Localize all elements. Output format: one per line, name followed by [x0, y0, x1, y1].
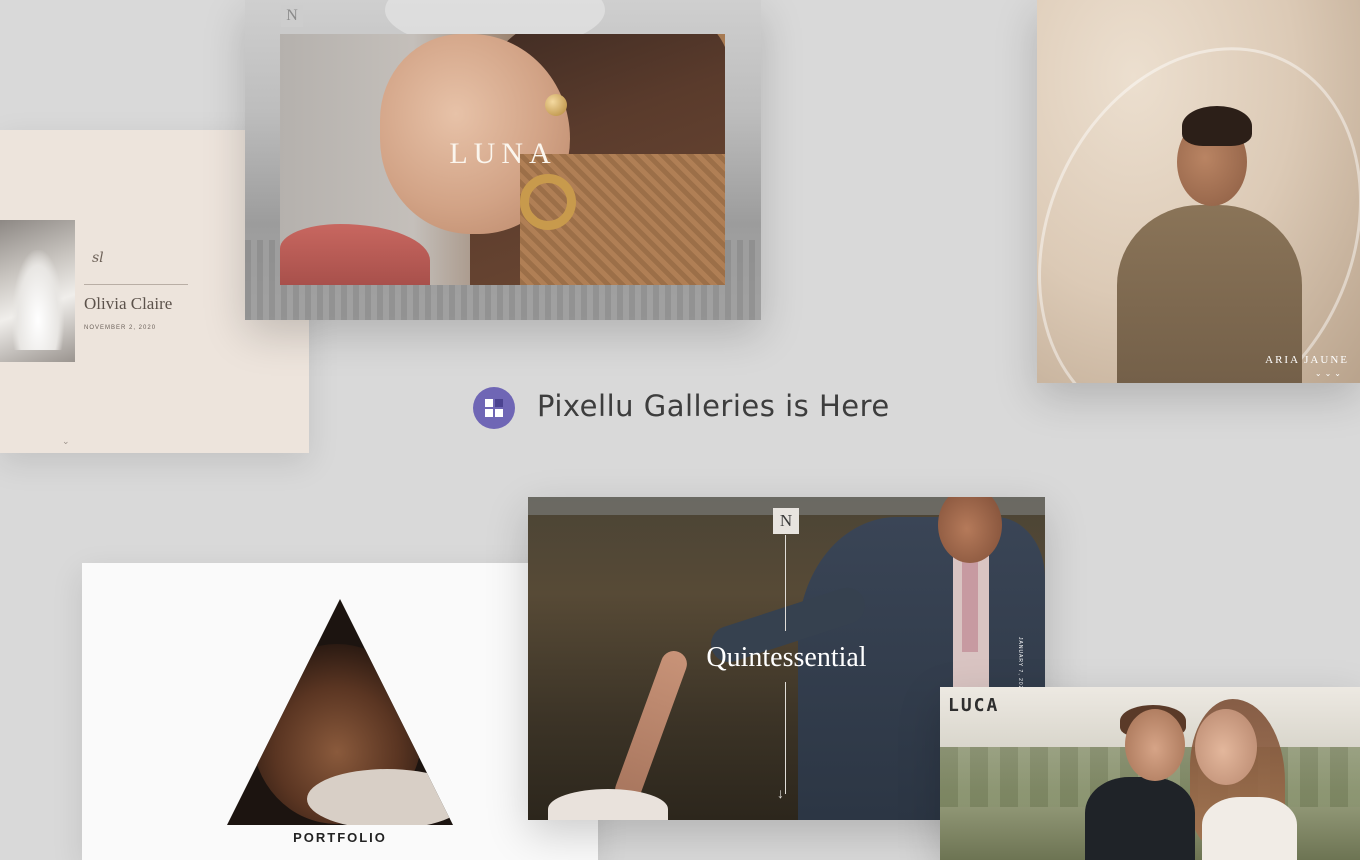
gallery-title: PORTFOLIO [293, 830, 387, 845]
logo-square [485, 409, 493, 417]
head-shape [1195, 709, 1257, 785]
wedding-dress-shape [12, 250, 64, 350]
aria-jaune-gallery-card[interactable]: ARIA JAUNE ⌄⌄⌄ [1037, 0, 1360, 383]
logo-square [485, 399, 493, 407]
monogram: sl [92, 250, 104, 266]
dress-shape [1202, 797, 1297, 860]
coat-shape [280, 224, 430, 285]
chevron-down-icon[interactable]: ⌄⌄⌄ [1315, 369, 1344, 378]
dress-shape [548, 789, 668, 820]
bride-photo [0, 220, 75, 362]
tie-shape [962, 557, 978, 652]
gallery-date: JANUARY 7, 2020 [1017, 637, 1023, 694]
n-logo-icon: N [773, 508, 799, 534]
logo-square [495, 409, 503, 417]
divider [785, 535, 786, 631]
gallery-date: NOVEMBER 2, 2020 [84, 325, 157, 331]
gallery-title: LUCA [948, 695, 1000, 716]
n-logo-icon: N [281, 5, 303, 27]
hair-shape [1182, 106, 1252, 146]
earring-hoop-shape [520, 174, 576, 230]
triangle-portrait [227, 599, 453, 825]
gallery-title: Quintessential [706, 642, 867, 673]
head-shape [1125, 709, 1185, 781]
pixellu-galleries-logo-icon [473, 387, 515, 429]
divider [785, 682, 786, 794]
gallery-title: ARIA JAUNE [1265, 354, 1349, 366]
logo-square [495, 399, 503, 407]
gallery-title: LUNA [449, 137, 557, 170]
portfolio-gallery-card[interactable]: PORTFOLIO [82, 563, 598, 860]
divider [84, 284, 188, 285]
earring-shape [545, 94, 567, 116]
gallery-title: Olivia Claire [84, 294, 173, 313]
arrow-down-icon[interactable]: ↓ [777, 785, 784, 801]
page-heading: Pixellu Galleries is Here [537, 389, 890, 423]
chevron-down-icon[interactable]: ⌄ [62, 436, 70, 447]
luna-gallery-card[interactable]: N LUNA [245, 0, 761, 320]
luca-gallery-card[interactable]: LUCA [940, 687, 1360, 860]
suit-shape [1085, 777, 1195, 860]
